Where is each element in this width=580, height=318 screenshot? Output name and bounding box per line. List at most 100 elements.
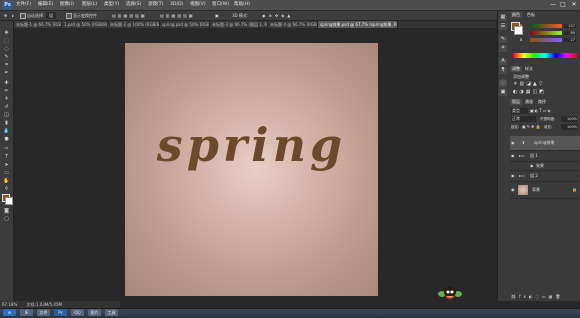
gradient-tool-icon[interactable]: ▮ <box>2 120 11 126</box>
menu-help[interactable]: 帮助(H) <box>234 1 250 9</box>
close-button[interactable]: ✕ <box>569 0 579 10</box>
move-tool-icon[interactable]: ✥ <box>2 30 11 36</box>
tab-paths[interactable]: 路径 <box>536 99 548 105</box>
tab-untitled-3[interactable]: 未标题-3 @ 66.7% (图层 1, RGB/8) <box>210 21 268 28</box>
g-value[interactable]: 89 <box>564 31 576 35</box>
visibility-eye-icon[interactable]: ◉ <box>511 136 515 150</box>
layer-row-group-2[interactable]: ◉ ▸▭ 组 2 <box>510 171 580 182</box>
minimize-button[interactable]: — <box>548 0 558 10</box>
taskbar-photoshop[interactable]: Ps <box>54 309 67 316</box>
move-tool-icon[interactable]: ✥ <box>4 12 7 19</box>
type-tool-icon[interactable]: T <box>2 154 11 160</box>
show-transform-checkbox[interactable] <box>66 13 72 19</box>
crop-tool-icon[interactable]: ⌗ <box>2 62 11 68</box>
taskbar-explorer[interactable]: 文件 <box>37 309 50 316</box>
visibility-eye-icon[interactable]: ◉ <box>511 182 515 198</box>
adjustment-icons-row-2[interactable]: ◐◑▦◫◩ <box>513 89 546 95</box>
tab-styles[interactable]: 样式 <box>523 66 535 72</box>
r-slider[interactable] <box>530 24 562 28</box>
background-color-swatch[interactable] <box>5 197 13 205</box>
layer-filter-kind[interactable]: 类型 <box>511 108 528 114</box>
layer-panel-buttons[interactable]: ⛓fx◐◌▭▦🗑 <box>511 294 563 299</box>
quick-select-tool-icon[interactable]: ✎ <box>2 54 11 60</box>
eyedropper-tool-icon[interactable]: ✒ <box>2 70 11 76</box>
zoom-tool-icon[interactable]: ⚲ <box>2 186 11 192</box>
r-value[interactable]: 137 <box>564 24 576 28</box>
tab-untitled-2[interactable]: 未标题-2 @ 100% (RGB/8) <box>108 21 160 28</box>
start-button[interactable]: ⊞ <box>3 309 16 316</box>
blend-mode-dropdown[interactable]: 正常 <box>511 116 536 122</box>
taskbar-qq[interactable]: QQ <box>71 309 84 316</box>
taskbar-tools[interactable]: 工具 <box>105 309 118 316</box>
layer-filter-icons[interactable]: ▣◐T▭◈ <box>530 108 552 114</box>
brush-panel-icon[interactable]: ✎ <box>499 36 507 43</box>
menu-select[interactable]: 选择(S) <box>126 1 141 9</box>
fill-field[interactable]: 100% <box>561 124 577 130</box>
eraser-tool-icon[interactable]: ◫ <box>2 112 11 118</box>
taskbar-ie[interactable]: IE <box>20 309 33 316</box>
screen-mode-icon[interactable]: ▢ <box>2 216 11 222</box>
tab-1-psd[interactable]: 1.psd @ 50% (RGB/8) <box>62 21 108 28</box>
layer-row-spring-effect[interactable]: ◉ T spring效果 <box>510 136 580 151</box>
adjustment-icons-row-1[interactable]: ☀▥◪▲▽ <box>513 81 545 87</box>
g-slider[interactable] <box>530 31 562 35</box>
visibility-eye-icon[interactable]: ◉ <box>511 151 515 161</box>
tab-color[interactable]: 颜色 <box>510 12 522 18</box>
menu-3d[interactable]: 3D(D) <box>170 1 183 9</box>
menu-layer[interactable]: 图层(L) <box>82 1 97 9</box>
maximize-button[interactable]: □ <box>558 0 568 10</box>
properties-panel-icon[interactable]: ☰ <box>499 23 507 30</box>
taskbar-pictures[interactable]: 图片 <box>88 309 101 316</box>
lock-icons[interactable]: ▣✎✥🔒 <box>522 124 541 130</box>
dodge-tool-icon[interactable]: ● <box>2 136 11 142</box>
paragraph-panel-icon[interactable]: ¶ <box>499 67 507 74</box>
b-value[interactable]: 27 <box>564 38 576 42</box>
tab-spring-effect-active[interactable]: spring效果.psd @ 67.7% (spring效果, RGB/8) <box>318 21 398 28</box>
distribute-buttons[interactable]: ▤▥▦▧▨▩ <box>160 12 195 19</box>
menu-image[interactable]: 图像(I) <box>60 1 74 9</box>
blur-tool-icon[interactable]: 💧 <box>2 128 11 134</box>
auto-align-icon[interactable]: ▣ <box>215 12 219 19</box>
history-brush-icon[interactable]: ↺ <box>2 104 11 110</box>
info-panel-icon[interactable]: ⓘ <box>499 80 507 87</box>
lasso-tool-icon[interactable]: ◌ <box>2 46 11 52</box>
tab-untitled-1[interactable]: 未标题-1 @ 66.7% (RGB/8) <box>14 21 62 28</box>
document-canvas[interactable]: spring <box>125 43 378 296</box>
zoom-level[interactable]: 67.18% <box>0 302 17 307</box>
clone-panel-icon[interactable]: ⚘ <box>499 45 507 52</box>
tab-channels[interactable]: 通道 <box>523 99 535 105</box>
opacity-field[interactable]: 100% <box>561 116 577 122</box>
healing-brush-icon[interactable]: ✚ <box>2 80 11 86</box>
brush-tool-icon[interactable]: ✏ <box>2 88 11 94</box>
align-buttons[interactable]: ▤▥▦▧▨▩ <box>112 12 147 19</box>
path-select-icon[interactable]: ➤ <box>2 162 11 168</box>
b-slider[interactable] <box>530 38 562 42</box>
color-spectrum-bar[interactable] <box>513 53 577 58</box>
3d-mode-buttons[interactable]: ◉⊕✥◈▲ <box>262 12 293 19</box>
tab-untitled-4[interactable]: 未标题-4 @ 66.7% (RGB/8) <box>268 21 318 28</box>
clone-stamp-icon[interactable]: ⚘ <box>2 96 11 102</box>
auto-select-checkbox[interactable] <box>20 13 26 19</box>
shape-tool-icon[interactable]: ▭ <box>2 170 11 176</box>
navigator-panel-icon[interactable]: ▣ <box>499 89 507 96</box>
tab-spring-psd[interactable]: spring.psd @ 50% (RGB/8#) <box>160 21 210 28</box>
marquee-tool-icon[interactable]: ⬚ <box>2 38 11 44</box>
tab-swatches[interactable]: 色板 <box>525 12 537 18</box>
menu-edit[interactable]: 编辑(E) <box>38 1 53 9</box>
quick-mask-icon[interactable]: ◙ <box>2 208 11 214</box>
layer-row-effects[interactable]: ◉ 效果 <box>510 162 580 171</box>
tab-adjustments[interactable]: 调整 <box>510 66 522 72</box>
character-panel-icon[interactable]: A <box>499 58 507 65</box>
layer-row-group-1[interactable]: ◉ ▸▭ 组 1 <box>510 151 580 162</box>
pen-tool-icon[interactable]: ✑ <box>2 146 11 152</box>
tool-preset-picker[interactable]: ▸ <box>12 12 14 19</box>
history-panel-icon[interactable]: ▦ <box>499 14 507 21</box>
menu-filter[interactable]: 滤镜(T) <box>148 1 163 9</box>
layer-row-background[interactable]: ◉ 背景 🔒 <box>510 182 580 199</box>
menu-window[interactable]: 窗口(W) <box>212 1 229 9</box>
menu-type[interactable]: 类型(Y) <box>104 1 119 9</box>
visibility-eye-icon[interactable]: ◉ <box>511 171 515 181</box>
hand-tool-icon[interactable]: ✋ <box>2 178 11 184</box>
tab-layers[interactable]: 图层 <box>510 99 522 105</box>
menu-view[interactable]: 视图(V) <box>190 1 206 9</box>
